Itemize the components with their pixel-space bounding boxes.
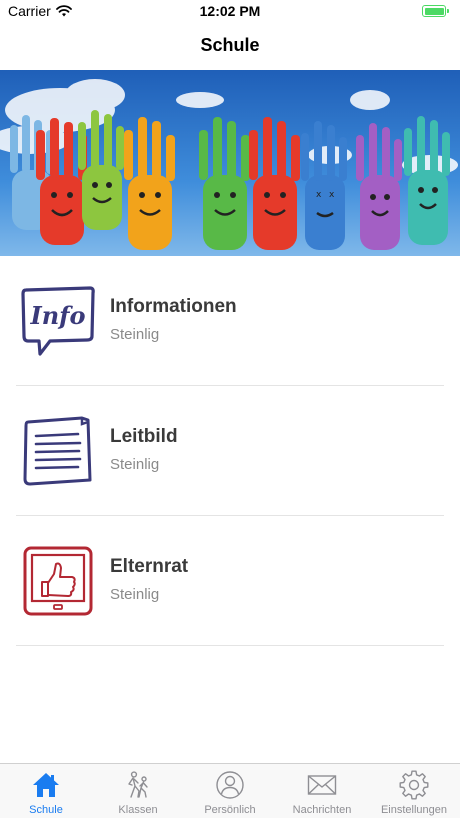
thumbs-up-tablet-icon (23, 546, 93, 616)
person-icon (216, 771, 244, 799)
tab-label: Persönlich (204, 804, 256, 816)
list-item-elternrat[interactable]: Elternrat Steinlig (0, 516, 460, 646)
info-speech-bubble-icon: Info (21, 286, 95, 356)
status-bar: Carrier 12:02 PM (0, 0, 460, 24)
svg-text:x: x (329, 190, 335, 200)
battery-icon (422, 5, 449, 17)
tab-label: Schule (29, 804, 63, 816)
item-subtitle: Steinlig (110, 456, 160, 473)
item-title: Elternrat (110, 556, 189, 577)
banner-image: xx (0, 70, 460, 256)
list-item-informationen[interactable]: Info Informationen Steinlig (0, 256, 460, 386)
house-icon (33, 773, 59, 797)
navigation-bar: Schule (0, 24, 460, 70)
tab-klassen[interactable]: Klassen (92, 764, 184, 818)
tab-label: Nachrichten (292, 804, 352, 816)
item-title: Informationen (110, 296, 237, 317)
envelope-icon (307, 775, 337, 795)
tab-nachrichten[interactable]: Nachrichten (276, 764, 368, 818)
tab-bar: Schule Klassen Persönlich Nachrichten Ei… (0, 763, 460, 818)
page-title: Schule (200, 35, 260, 55)
gear-icon (399, 770, 429, 800)
tab-schule[interactable]: Schule (0, 764, 92, 818)
item-subtitle: Steinlig (110, 326, 160, 343)
document-icon (23, 416, 92, 486)
walking-people-icon (128, 771, 148, 798)
tab-label: Einstellungen (380, 804, 448, 816)
item-subtitle: Steinlig (110, 586, 160, 603)
clock: 12:02 PM (199, 3, 261, 19)
divider (16, 645, 444, 646)
tab-persoenlich[interactable]: Persönlich (184, 764, 276, 818)
svg-text:x: x (316, 190, 322, 200)
list-item-leitbild[interactable]: Leitbild Steinlig (0, 386, 460, 516)
svg-text:Info: Info (29, 301, 85, 330)
item-title: Leitbild (110, 426, 178, 447)
tab-label: Klassen (118, 804, 158, 816)
menu-list: Info Informationen Steinlig Leitbild Ste… (0, 256, 460, 646)
tab-einstellungen[interactable]: Einstellungen (368, 764, 460, 818)
